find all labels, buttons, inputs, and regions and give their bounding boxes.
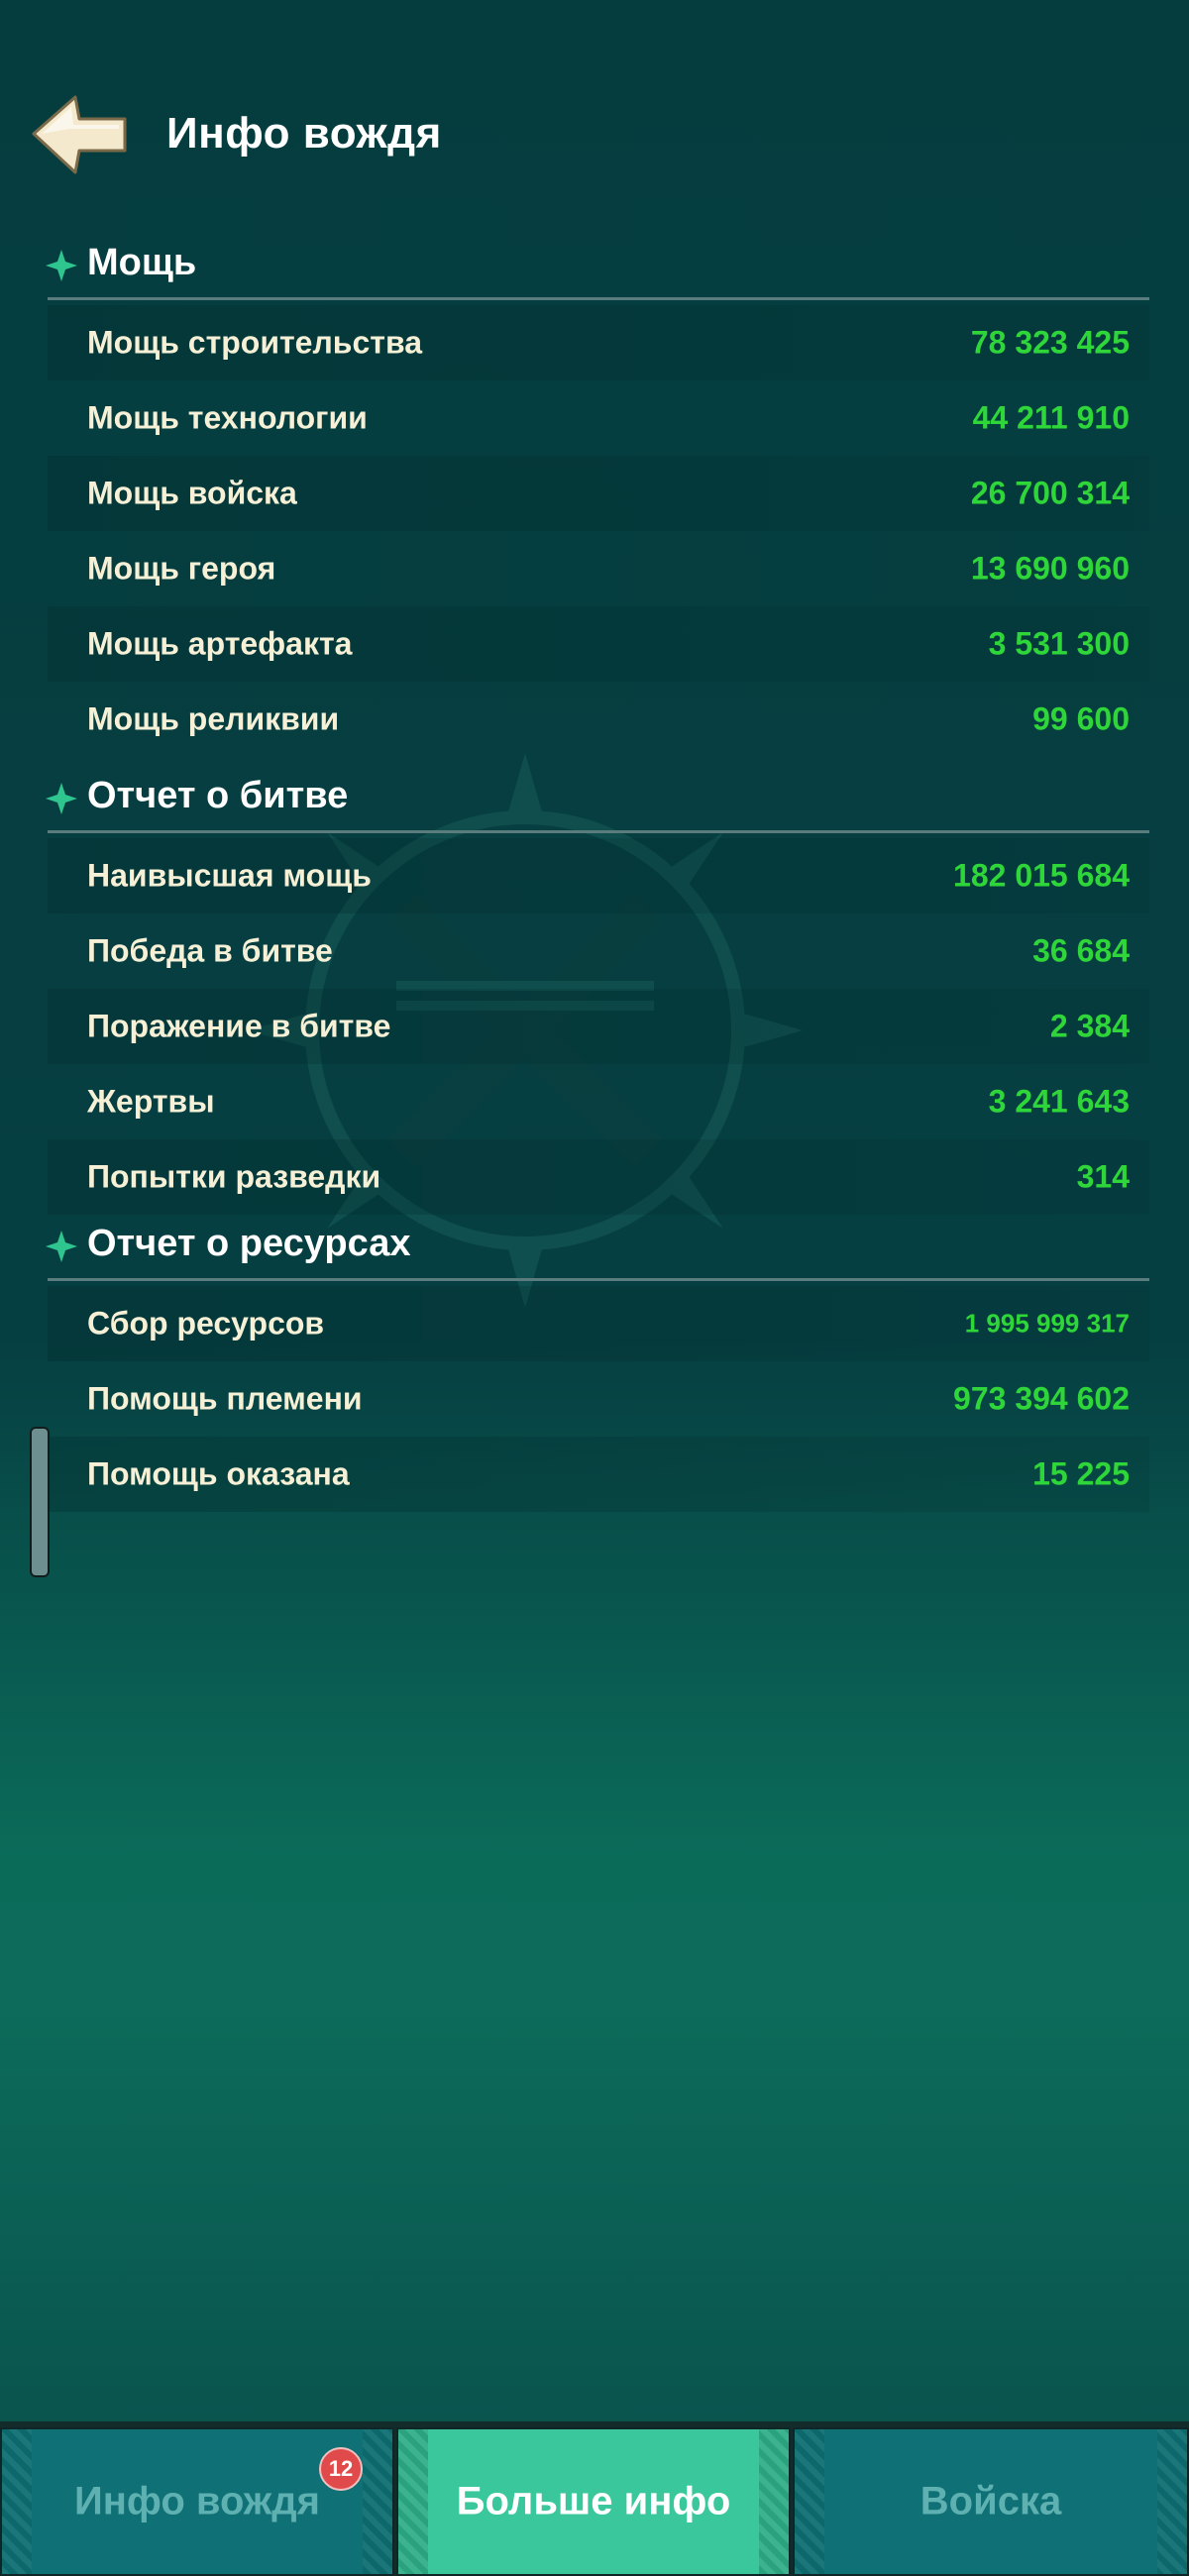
section-header: Отчет о ресурсах <box>0 1209 1189 1281</box>
stat-row: Попытки разведки 314 <box>48 1139 1149 1215</box>
stat-row: Сбор ресурсов 1 995 999 317 <box>48 1286 1149 1361</box>
stat-label: Мощь реликвии <box>87 700 340 737</box>
stat-value: 13 690 960 <box>970 550 1130 587</box>
header: Инфо вождя <box>0 69 1189 198</box>
section-header: Отчет о битве <box>0 761 1189 833</box>
stat-label: Мощь войска <box>87 475 297 511</box>
notification-badge: 12 <box>319 2447 363 2491</box>
stat-row: Помощь племени 973 394 602 <box>48 1361 1149 1437</box>
bottom-tab-bar: Инфо вождя 12 Больше инфо Войска <box>0 2421 1189 2576</box>
star-bullet-icon <box>46 250 77 281</box>
scrollbar[interactable] <box>30 1427 50 1577</box>
stat-row: Наивысшая мощь 182 015 684 <box>48 838 1149 913</box>
stat-value: 973 394 602 <box>953 1380 1130 1417</box>
stat-row: Жертвы 3 241 643 <box>48 1064 1149 1139</box>
stat-row: Мощь артефакта 3 531 300 <box>48 606 1149 682</box>
page-title: Инфо вождя <box>166 109 442 158</box>
stat-value: 44 211 910 <box>972 399 1130 436</box>
section-resource-report: Отчет о ресурсах Сбор ресурсов 1 995 999… <box>0 1209 1189 1512</box>
stat-label: Мощь героя <box>87 550 276 587</box>
stat-label: Мощь артефакта <box>87 625 353 662</box>
section-battle-report: Отчет о битве Наивысшая мощь 182 015 684… <box>0 761 1189 1215</box>
stat-label: Помощь оказана <box>87 1455 350 1492</box>
stat-value: 3 531 300 <box>988 625 1130 662</box>
stat-label: Мощь технологии <box>87 399 368 436</box>
stat-label: Наивысшая мощь <box>87 857 372 894</box>
stat-label: Мощь строительства <box>87 324 422 361</box>
stat-value: 15 225 <box>1032 1455 1130 1492</box>
tab-chief-info[interactable]: Инфо вождя 12 <box>0 2427 394 2576</box>
stat-value: 1 995 999 317 <box>964 1308 1130 1339</box>
stat-label: Сбор ресурсов <box>87 1305 325 1342</box>
stat-row: Мощь строительства 78 323 425 <box>48 305 1149 380</box>
tab-label: Войска <box>919 2479 1062 2523</box>
stat-value: 78 323 425 <box>970 324 1130 361</box>
stat-row: Мощь реликвии 99 600 <box>48 682 1149 757</box>
stats-content: Мощь Мощь строительства 78 323 425 Мощь … <box>0 228 1189 1512</box>
back-arrow-icon[interactable] <box>30 89 129 178</box>
stat-row: Мощь героя 13 690 960 <box>48 531 1149 606</box>
stat-row: Мощь войска 26 700 314 <box>48 456 1149 531</box>
stat-value: 2 384 <box>1049 1008 1130 1044</box>
stat-row: Поражение в битве 2 384 <box>48 989 1149 1064</box>
tab-label: Больше инфо <box>456 2479 731 2523</box>
stat-row: Мощь технологии 44 211 910 <box>48 380 1149 456</box>
section-title: Отчет о битве <box>87 775 349 816</box>
stat-value: 314 <box>1076 1158 1130 1195</box>
stat-label: Победа в битве <box>87 932 333 969</box>
section-title: Мощь <box>87 242 197 283</box>
stat-label: Жертвы <box>87 1083 215 1120</box>
stat-label: Помощь племени <box>87 1380 363 1417</box>
tab-more-info[interactable]: Больше инфо <box>396 2427 791 2576</box>
stat-value: 182 015 684 <box>953 857 1130 894</box>
stat-row: Победа в битве 36 684 <box>48 913 1149 989</box>
tab-troops[interactable]: Войска <box>793 2427 1189 2576</box>
star-bullet-icon <box>46 783 77 814</box>
stat-value: 36 684 <box>1032 932 1130 969</box>
section-header: Мощь <box>0 228 1189 300</box>
section-power: Мощь Мощь строительства 78 323 425 Мощь … <box>0 228 1189 757</box>
divider <box>48 1278 1149 1281</box>
stat-label: Попытки разведки <box>87 1158 381 1195</box>
stat-value: 3 241 643 <box>988 1083 1130 1120</box>
divider <box>48 830 1149 833</box>
stat-value: 99 600 <box>1032 700 1130 737</box>
divider <box>48 297 1149 300</box>
stat-row: Помощь оказана 15 225 <box>48 1437 1149 1512</box>
stat-value: 26 700 314 <box>970 475 1130 511</box>
stat-label: Поражение в битве <box>87 1008 391 1044</box>
section-title: Отчет о ресурсах <box>87 1223 411 1264</box>
star-bullet-icon <box>46 1231 77 1262</box>
